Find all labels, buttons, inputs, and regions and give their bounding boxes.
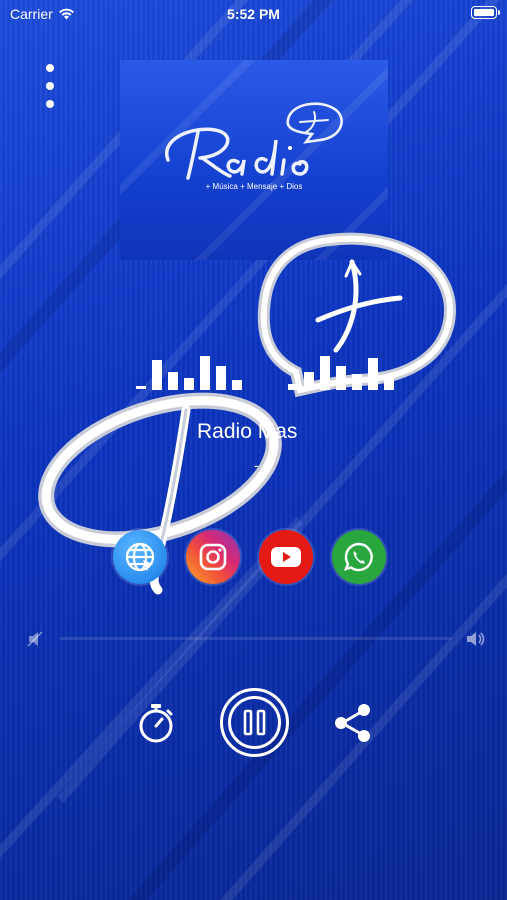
- play-pause-button[interactable]: [219, 687, 290, 758]
- status-bar: Carrier 5:52 PM: [0, 0, 507, 28]
- station-cover-art: + Música + Mensaje + Dios: [120, 60, 388, 260]
- menu-dot: [46, 100, 54, 108]
- whatsapp-button[interactable]: [332, 530, 386, 584]
- pause-icon: [220, 688, 289, 757]
- globe-icon: [125, 542, 155, 572]
- clock: 5:52 PM: [227, 6, 280, 22]
- youtube-button[interactable]: [259, 530, 313, 584]
- station-name: Radio Mas: [197, 420, 298, 443]
- menu-dot: [46, 82, 54, 90]
- share-button[interactable]: [330, 700, 374, 746]
- volume-max-icon[interactable]: [464, 628, 486, 650]
- battery-icon: [471, 6, 500, 19]
- volume-mute-icon[interactable]: [26, 628, 48, 650]
- volume-control: [26, 628, 486, 650]
- cover-tagline: + Música + Mensaje + Dios: [205, 182, 303, 191]
- whatsapp-icon: [343, 542, 373, 572]
- youtube-icon: [271, 547, 301, 567]
- volume-slider[interactable]: [60, 637, 452, 640]
- website-button[interactable]: [113, 530, 167, 584]
- instagram-icon: [199, 543, 227, 571]
- now-playing-subtitle: -: [254, 457, 259, 473]
- instagram-button[interactable]: [186, 530, 240, 584]
- cover-background-lines: [120, 60, 388, 260]
- battery-level: [474, 9, 494, 16]
- more-menu-button[interactable]: [38, 64, 62, 108]
- stopwatch-icon: [139, 704, 173, 743]
- sleep-timer-button[interactable]: [135, 700, 177, 746]
- menu-dot: [46, 64, 54, 72]
- share-icon: [335, 704, 370, 742]
